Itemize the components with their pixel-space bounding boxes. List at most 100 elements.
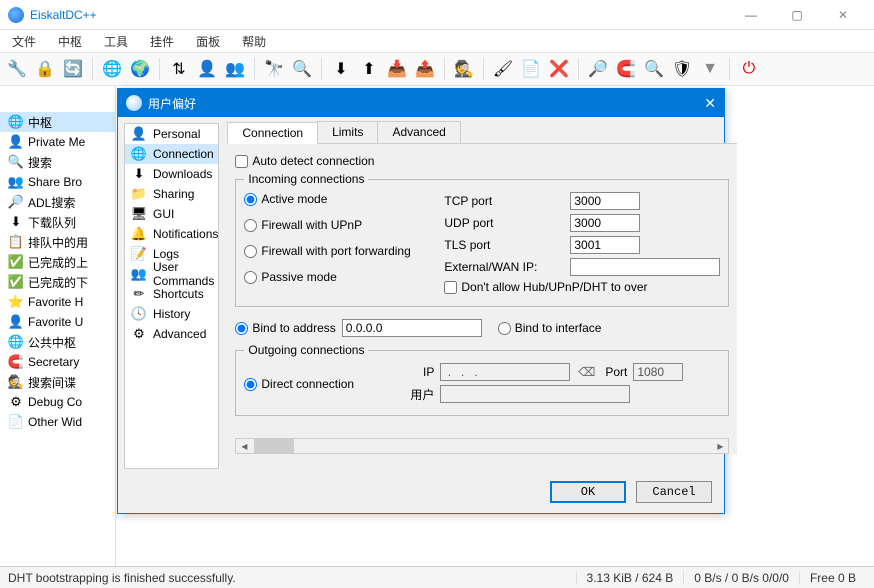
mode-passive[interactable]: Passive mode xyxy=(244,270,444,284)
nav-sharing[interactable]: 📁Sharing xyxy=(125,184,218,204)
sidebar-item-label: Debug Co xyxy=(28,395,82,409)
direct-connection[interactable]: Direct connection xyxy=(244,377,404,391)
sidebar-item-pubhub[interactable]: 🌐公共中枢 xyxy=(0,332,115,352)
close-button[interactable]: ✕ xyxy=(820,0,866,30)
tcp-port-input[interactable] xyxy=(570,192,640,210)
nav-notifications[interactable]: 🔔Notifications xyxy=(125,224,218,244)
tool-search-icon[interactable]: 🔍 xyxy=(291,58,313,80)
menu-file[interactable]: 文件 xyxy=(6,31,42,52)
mode-passive-radio[interactable] xyxy=(244,271,257,284)
dont-allow-label: Don't allow Hub/UPnP/DHT to over xyxy=(461,280,647,294)
tool-binoculars-icon[interactable]: 🔭 xyxy=(263,58,285,80)
tool-globe-icon[interactable]: 🌐 xyxy=(101,58,123,80)
sidebar-item-finup[interactable]: ✅已完成的上 xyxy=(0,252,115,272)
maximize-button[interactable]: ▢ xyxy=(774,0,820,30)
nav-personal[interactable]: 👤Personal xyxy=(125,124,218,144)
sidebar-item-spy[interactable]: 🕵搜索间谍 xyxy=(0,372,115,392)
tool-brush-icon[interactable]: 🖌 xyxy=(492,58,514,80)
sidebar-item-debug[interactable]: ⚙Debug Co xyxy=(0,392,115,412)
tool-refresh-icon[interactable]: 🔄 xyxy=(62,58,84,80)
nav-usercmds[interactable]: 👥User Commands xyxy=(125,264,218,284)
nav-gui[interactable]: 🖥GUI xyxy=(125,204,218,224)
tool-upload-icon[interactable]: ⬆ xyxy=(358,58,380,80)
bind-address[interactable]: Bind to address xyxy=(235,321,335,335)
dont-allow-checkbox[interactable]: Don't allow Hub/UPnP/DHT to over xyxy=(444,280,720,294)
sidebar-item-favu[interactable]: 👤Favorite U xyxy=(0,312,115,332)
auto-detect-checkbox[interactable]: Auto detect connection xyxy=(235,154,729,168)
tool-globe2-icon[interactable]: 🌍 xyxy=(129,58,151,80)
menu-panel[interactable]: 面板 xyxy=(190,31,226,52)
clear-icon[interactable]: ⌫ xyxy=(578,365,595,379)
tab-advanced[interactable]: Advanced xyxy=(377,121,460,143)
mode-pfwd[interactable]: Firewall with port forwarding xyxy=(244,244,444,258)
preferences-dialog: 用户偏好 ✕ 👤Personal 🌐Connection ⬇Downloads … xyxy=(117,88,725,514)
sidebar-item-adl[interactable]: 🔎ADL搜索 xyxy=(0,192,115,212)
sidebar-item-search[interactable]: 🔍搜索 xyxy=(0,152,115,172)
tool-zoom-icon[interactable]: 🔎 xyxy=(587,58,609,80)
sidebar-item-share[interactable]: 👥Share Bro xyxy=(0,172,115,192)
tool-delete-icon[interactable]: ❌ xyxy=(548,58,570,80)
tls-port-input[interactable] xyxy=(570,236,640,254)
menu-hub[interactable]: 中枢 xyxy=(52,31,88,52)
tool-power-icon[interactable]: ⏻ xyxy=(738,58,760,80)
tool-download-icon[interactable]: ⬇ xyxy=(330,58,352,80)
sidebar-item-queued[interactable]: 📋排队中的用 xyxy=(0,232,115,252)
direct-radio[interactable] xyxy=(244,378,257,391)
bind-address-radio[interactable] xyxy=(235,322,248,335)
sidebar-item-pm[interactable]: 👤Private Me xyxy=(0,132,115,152)
wan-ip-input[interactable] xyxy=(570,258,720,276)
mode-upnp[interactable]: Firewall with UPnP xyxy=(244,218,444,232)
sidebar-item-secretary[interactable]: 🧲Secretary xyxy=(0,352,115,372)
tool-spy-icon[interactable]: 🕵 xyxy=(453,58,475,80)
tool-down2-icon[interactable]: 📥 xyxy=(386,58,408,80)
nav-connection[interactable]: 🌐Connection xyxy=(125,144,218,164)
auto-detect-input[interactable] xyxy=(235,155,248,168)
minimize-button[interactable]: — xyxy=(728,0,774,30)
user-input[interactable] xyxy=(440,385,630,403)
menu-tools[interactable]: 工具 xyxy=(98,31,134,52)
tool-sort-icon[interactable]: ⇅ xyxy=(168,58,190,80)
bind-interface-radio[interactable] xyxy=(498,322,511,335)
mode-pfwd-radio[interactable] xyxy=(244,245,257,258)
dialog-close-button[interactable]: ✕ xyxy=(704,95,716,112)
sidebar-item-other[interactable]: 📄Other Wid xyxy=(0,412,115,432)
horizontal-scrollbar[interactable]: ◂▸ xyxy=(235,438,729,454)
sidebar-item-dlqueue[interactable]: ⬇下载队列 xyxy=(0,212,115,232)
scroll-right-icon[interactable]: ▸ xyxy=(712,439,728,453)
tool-user-icon[interactable]: 👤 xyxy=(196,58,218,80)
tool-up2-icon[interactable]: 📤 xyxy=(414,58,436,80)
scroll-thumb[interactable] xyxy=(254,439,294,453)
tool-filter-icon[interactable]: ▼ xyxy=(699,58,721,80)
bind-address-input[interactable] xyxy=(342,319,482,337)
bind-interface[interactable]: Bind to interface xyxy=(498,321,602,335)
dont-allow-input[interactable] xyxy=(444,281,457,294)
mode-active-radio[interactable] xyxy=(244,193,257,206)
nav-advanced[interactable]: ⚙Advanced xyxy=(125,324,218,344)
cancel-button[interactable]: Cancel xyxy=(636,481,712,503)
menu-help[interactable]: 帮助 xyxy=(236,31,272,52)
star-icon: ⭐ xyxy=(8,294,24,310)
mode-active[interactable]: Active mode xyxy=(244,192,444,206)
nav-history[interactable]: 🕓History xyxy=(125,304,218,324)
nav-downloads[interactable]: ⬇Downloads xyxy=(125,164,218,184)
menu-widgets[interactable]: 挂件 xyxy=(144,31,180,52)
sidebar-item-hub[interactable]: 🌐中枢 xyxy=(0,112,115,132)
port-input[interactable] xyxy=(633,363,683,381)
mode-upnp-radio[interactable] xyxy=(244,219,257,232)
scroll-left-icon[interactable]: ◂ xyxy=(236,439,252,453)
tool-wrench-icon[interactable]: 🔧 xyxy=(6,58,28,80)
ip-input[interactable] xyxy=(440,363,570,381)
tool-magnet-icon[interactable]: 🧲 xyxy=(615,58,637,80)
tab-limits[interactable]: Limits xyxy=(317,121,378,143)
sidebar-item-findn[interactable]: ✅已完成的下 xyxy=(0,272,115,292)
tool-user2-icon[interactable]: 👥 xyxy=(224,58,246,80)
tool-shield-icon[interactable]: 🛡 xyxy=(671,58,693,80)
sidebar-item-label: 已完成的下 xyxy=(28,274,88,291)
ok-button[interactable]: OK xyxy=(550,481,626,503)
tool-find-icon[interactable]: 🔍 xyxy=(643,58,665,80)
sidebar-item-favh[interactable]: ⭐Favorite H xyxy=(0,292,115,312)
tool-doc-icon[interactable]: 📄 xyxy=(520,58,542,80)
udp-port-input[interactable] xyxy=(570,214,640,232)
tool-lock-icon[interactable]: 🔒 xyxy=(34,58,56,80)
tab-connection[interactable]: Connection xyxy=(227,122,318,144)
